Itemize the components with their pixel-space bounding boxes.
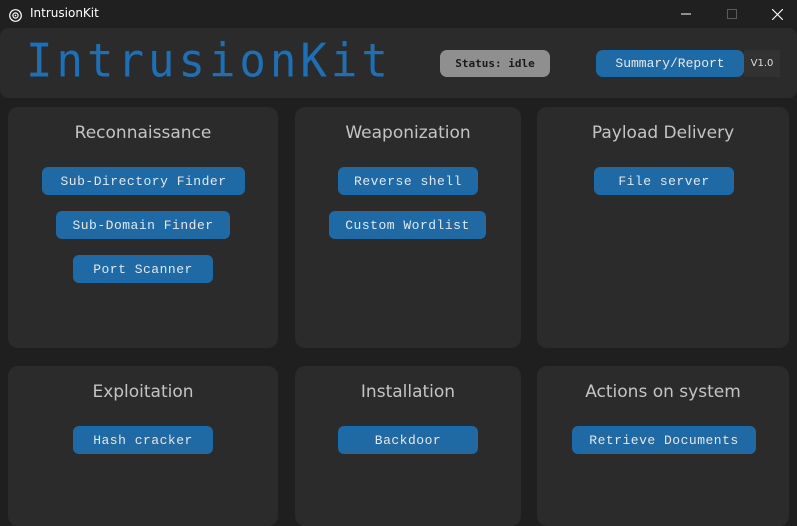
hash-cracker-button[interactable]: Hash cracker [73,426,213,454]
status-badge: Status: idle [440,50,550,77]
file-server-button[interactable]: File server [594,167,734,195]
maximize-icon [727,9,737,19]
minimize-button[interactable] [663,0,709,28]
status-label: Status: [455,57,502,70]
backdoor-button[interactable]: Backdoor [338,426,478,454]
minimize-icon [681,13,691,15]
app-body: IntrusionKit Status: idle Summary/Report… [0,28,797,526]
retrieve-documents-button[interactable]: Retrieve Documents [572,426,756,454]
actions-on-system-title: Actions on system [585,382,741,402]
summary-report-button[interactable]: Summary/Report [596,50,744,77]
weaponization-panel: Weaponization Reverse shell Custom Wordl… [295,107,521,348]
reverse-shell-button[interactable]: Reverse shell [338,167,478,195]
sub-domain-finder-button[interactable]: Sub-Domain Finder [56,211,230,239]
version-label: V1.0 [744,50,780,77]
sub-directory-finder-button[interactable]: Sub-Directory Finder [42,167,245,195]
reconnaissance-panel: Reconnaissance Sub-Directory Finder Sub-… [8,107,278,348]
title-bar: IntrusionKit [0,0,797,28]
weaponization-title: Weaponization [345,123,471,143]
status-value: idle [508,57,535,70]
custom-wordlist-button[interactable]: Custom Wordlist [329,211,486,239]
close-button[interactable] [754,0,797,28]
app-logo-icon [9,7,22,22]
payload-delivery-title: Payload Delivery [591,123,735,143]
app-logo-text: IntrusionKit [26,34,392,89]
window-title: IntrusionKit [30,6,99,20]
installation-title: Installation [360,382,456,402]
close-icon [771,8,783,20]
maximize-button[interactable] [709,0,755,28]
actions-on-system-panel: Actions on system Retrieve Documents [537,366,789,526]
exploitation-panel: Exploitation Hash cracker [8,366,278,526]
reconnaissance-title: Reconnaissance [74,123,212,143]
payload-delivery-panel: Payload Delivery File server [537,107,789,348]
installation-panel: Installation Backdoor [295,366,521,526]
header-panel: IntrusionKit Status: idle Summary/Report… [0,28,797,98]
exploitation-title: Exploitation [92,382,194,402]
port-scanner-button[interactable]: Port Scanner [73,255,213,283]
